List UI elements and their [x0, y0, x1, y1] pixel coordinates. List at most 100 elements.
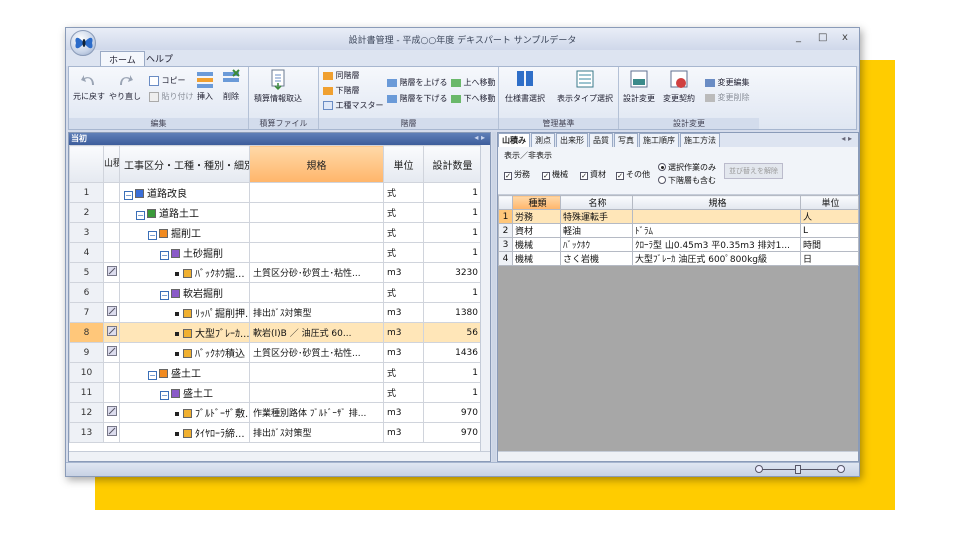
spec-select-button[interactable]: 仕様書選択 [505, 69, 545, 104]
detail-tab[interactable]: 山積み [498, 133, 530, 147]
resource-unit[interactable]: 人 [800, 209, 859, 224]
resource-unit[interactable]: L [800, 223, 859, 238]
spec-cell[interactable]: 排出ｶﾞｽ対策型 [249, 302, 384, 323]
col-spec-r[interactable]: 規格 [632, 195, 801, 210]
spec-cell[interactable]: 作業種別路体 ﾌﾞﾙﾄﾞｰｻﾞ 排... [249, 402, 384, 423]
yamazumi-cell[interactable] [103, 182, 120, 203]
move-up-button[interactable]: 上へ移動 [451, 77, 496, 88]
lower-level-button[interactable]: 下階層 [323, 85, 360, 96]
resource-row-number[interactable]: 1 [498, 209, 513, 224]
pane-nav-arrows[interactable]: ◂ ▸ [474, 133, 485, 142]
spec-cell[interactable]: 排出ｶﾞｽ対策型 [249, 422, 384, 443]
yamazumi-cell[interactable] [103, 222, 120, 243]
row-number[interactable]: 1 [69, 182, 104, 203]
resource-row-number[interactable]: 2 [498, 223, 513, 238]
item-name-cell[interactable]: ﾘｯﾊﾟ掘削押... [119, 302, 250, 323]
row-number[interactable]: 13 [69, 422, 104, 443]
change-delete-button[interactable]: 変更削除 [705, 92, 750, 103]
unit-cell[interactable]: 式 [383, 382, 424, 403]
table-row[interactable]: 1− 道路改良式 1 [69, 182, 482, 203]
corner-cell[interactable] [69, 145, 104, 183]
table-row[interactable]: 2 − 道路土工 式 1 [69, 202, 482, 223]
table-row[interactable]: 13 ﾀｲﾔﾛｰﾗ締... 排出ｶﾞｽ対策型 m3 970 [69, 422, 482, 443]
detail-tab[interactable]: 出来形 [556, 133, 588, 148]
display-type-button[interactable]: 表示タイプ選択 [557, 69, 613, 104]
tree-toggle-icon[interactable]: − [160, 251, 169, 260]
yamazumi-cell[interactable] [103, 382, 120, 403]
col-name[interactable]: 名称 [560, 195, 633, 210]
app-logo-icon[interactable] [70, 30, 96, 56]
unit-cell[interactable]: m3 [383, 302, 424, 323]
table-row[interactable]: 7 ﾘｯﾊﾟ掘削押... 排出ｶﾞｽ対策型 m3 1380 [69, 302, 482, 323]
filter-other[interactable]: ✓ その他 [616, 169, 650, 180]
detail-tab[interactable]: 施工方法 [680, 133, 720, 148]
resource-unit[interactable]: 時間 [800, 237, 859, 252]
resource-name[interactable]: 特殊運転手 [560, 209, 633, 224]
work-master-button[interactable]: 工種マスター [323, 100, 384, 111]
resource-kind[interactable]: 機械 [512, 237, 561, 252]
paste-button[interactable]: 貼り付け [149, 91, 194, 102]
resource-kind[interactable]: 機械 [512, 251, 561, 266]
unit-cell[interactable]: 式 [383, 242, 424, 263]
item-name-cell[interactable]: − 軟岩掘削 [119, 282, 250, 303]
detail-tab[interactable]: 測点 [531, 133, 555, 148]
copy-button[interactable]: コピー [149, 75, 186, 86]
qty-cell[interactable]: 1 [423, 182, 482, 203]
yamazumi-cell[interactable] [103, 422, 120, 443]
change-contract-button[interactable]: 変更契約 [663, 69, 695, 104]
table-row[interactable]: 12 ﾌﾞﾙﾄﾞｰｻﾞ敷... 作業種別路体 ﾌﾞﾙﾄﾞｰｻﾞ 排... m3 970 [69, 402, 482, 423]
tree-toggle-icon[interactable]: − [160, 391, 169, 400]
row-number[interactable]: 9 [69, 342, 104, 363]
resource-row-number[interactable]: 4 [498, 251, 513, 266]
qty-cell[interactable]: 1 [423, 282, 482, 303]
unit-cell[interactable]: m3 [383, 422, 424, 443]
design-change-button[interactable]: 設計変更 [623, 69, 655, 104]
resource-row[interactable]: 1 労務 特殊運転手 人 [498, 209, 859, 224]
qty-cell[interactable]: 56 [423, 322, 482, 343]
radio-only-selected[interactable]: 選択作業のみ [658, 162, 716, 173]
spec-cell[interactable] [249, 182, 384, 203]
yamazumi-cell[interactable] [103, 262, 120, 283]
tree-toggle-icon[interactable]: − [148, 371, 157, 380]
detail-horizontal-scrollbar[interactable] [498, 451, 858, 461]
tree-toggle-icon[interactable]: − [136, 211, 145, 220]
qty-cell[interactable]: 1 [423, 202, 482, 223]
change-edit-button[interactable]: 変更編集 [705, 77, 750, 88]
table-row[interactable]: 11 − 盛土工 式 1 [69, 382, 482, 403]
table-row[interactable]: 10 − 盛土工 式 1 [69, 362, 482, 383]
row-number[interactable]: 7 [69, 302, 104, 323]
horizontal-scrollbar[interactable] [69, 451, 490, 461]
row-number[interactable]: 6 [69, 282, 104, 303]
tree-toggle-icon[interactable]: − [160, 291, 169, 300]
item-name-cell[interactable]: ﾌﾞﾙﾄﾞｰｻﾞ敷... [119, 402, 250, 423]
resource-row[interactable]: 3 機械 ﾊﾞｯｸﾎｳ ｸﾛｰﾗ型 山0.45m3 平0.35m3 排対1... 時間 [498, 237, 859, 252]
qty-cell[interactable]: 1 [423, 362, 482, 383]
yamazumi-cell[interactable] [103, 202, 120, 223]
qty-cell[interactable]: 3230 [423, 262, 482, 283]
spec-cell[interactable] [249, 202, 384, 223]
yamazumi-cell[interactable] [103, 402, 120, 423]
qty-cell[interactable]: 1436 [423, 342, 482, 363]
tree-toggle-icon[interactable]: − [124, 191, 133, 200]
resource-kind[interactable]: 資材 [512, 223, 561, 238]
spec-cell[interactable]: 土質区分砂･砂質土･粘性... [249, 262, 384, 283]
row-number[interactable]: 10 [69, 362, 104, 383]
unit-cell[interactable]: m3 [383, 262, 424, 283]
resource-name[interactable]: ﾊﾞｯｸﾎｳ [560, 237, 633, 252]
resource-row-number[interactable]: 3 [498, 237, 513, 252]
detail-tab[interactable]: 写真 [614, 133, 638, 148]
row-number[interactable]: 8 [69, 322, 104, 343]
resource-spec[interactable]: ｸﾛｰﾗ型 山0.45m3 平0.35m3 排対1... [632, 237, 801, 252]
resource-unit[interactable]: 日 [800, 251, 859, 266]
qty-cell[interactable]: 1 [423, 382, 482, 403]
yamazumi-cell[interactable] [103, 242, 120, 263]
insert-button[interactable]: 挿入 [195, 69, 215, 102]
resource-row[interactable]: 2 資材 軽油 ﾄﾞﾗﾑ L [498, 223, 859, 238]
table-row[interactable]: 5 ﾊﾞｯｸﾎｳ掘... 土質区分砂･砂質土･粘性... m3 3230 [69, 262, 482, 283]
pane-splitter[interactable] [492, 132, 496, 462]
delete-button[interactable]: 削除 [221, 69, 241, 102]
col-unit-r[interactable]: 単位 [800, 195, 859, 210]
vertical-scrollbar[interactable] [480, 145, 490, 453]
qty-cell[interactable]: 970 [423, 422, 482, 443]
redo-button[interactable]: やり直し [109, 71, 141, 102]
